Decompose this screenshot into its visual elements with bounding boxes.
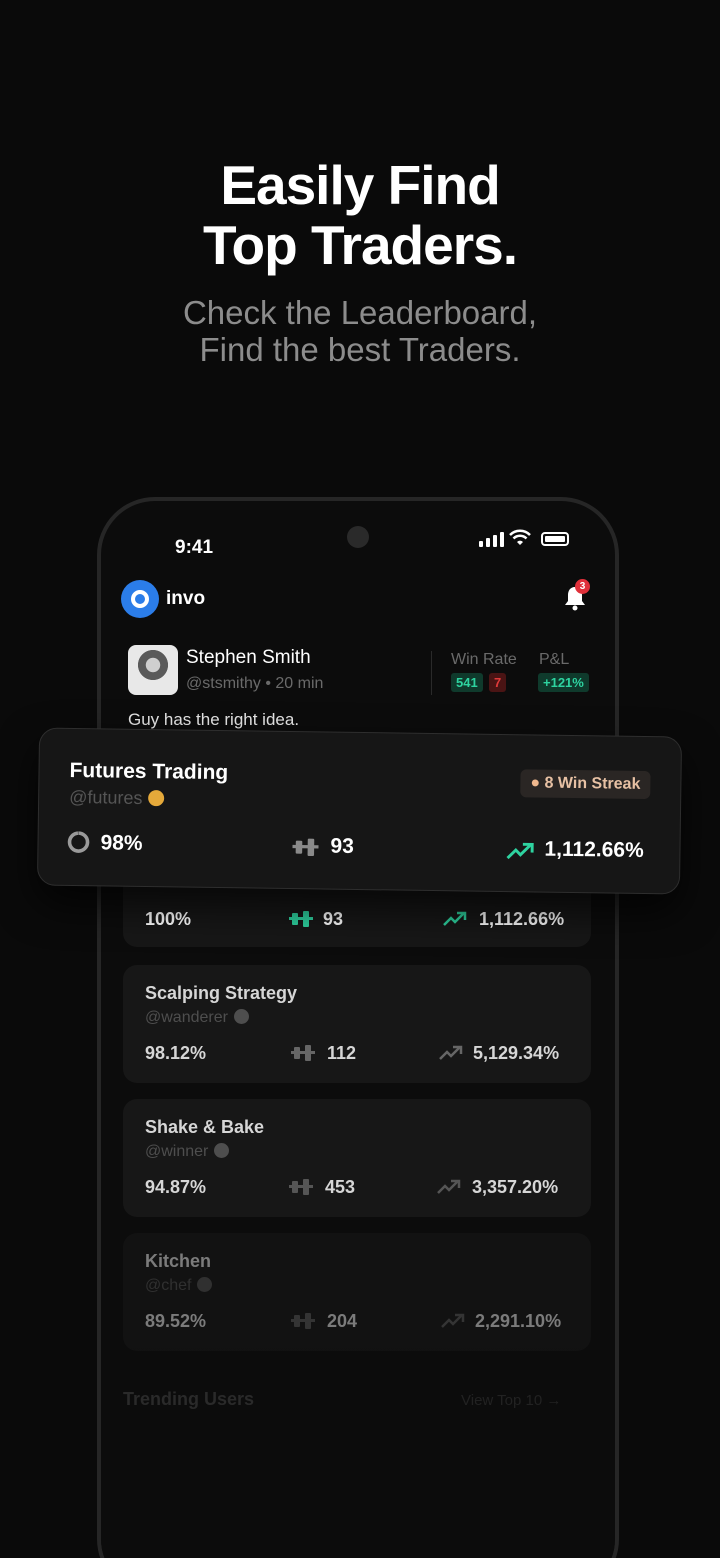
battery-icon: [541, 532, 569, 546]
phone-frame: 9:41 invo 3 Stephen Smith @stsmithy • 20…: [97, 497, 619, 1558]
divider: [431, 651, 432, 695]
handle-text: @wanderer: [145, 1009, 228, 1026]
return-value: 2,291.10%: [475, 1311, 562, 1331]
fire-icon: ●: [530, 774, 541, 792]
return-value: 5,129.34%: [473, 1043, 560, 1063]
win-rate-label: Win Rate: [451, 651, 517, 668]
featured-handle-text: @futures: [69, 786, 143, 808]
post-text: Guy has the right idea.: [128, 710, 300, 729]
trend-up-icon: [439, 1045, 463, 1060]
trades-value: 93: [323, 909, 344, 929]
progress-ring-icon: [67, 831, 90, 853]
strategy-title: Scalping Strategy: [145, 983, 298, 1003]
strategy-handle: @chef: [145, 1277, 213, 1295]
strategy-handle: @winner: [145, 1143, 230, 1161]
candlestick-icon: [292, 838, 319, 857]
signal-icon: [479, 531, 504, 547]
strategy-card[interactable]: Scalping Strategy @wanderer 98.12% 112 5…: [123, 965, 591, 1083]
hero-headline: Easily Find Top Traders.: [0, 155, 720, 275]
trend-up-icon: [441, 1313, 465, 1328]
avatar[interactable]: [128, 645, 178, 695]
featured-strategy-card[interactable]: Futures Trading @futures ● 8 Win Streak …: [36, 727, 683, 895]
strategy-handle: @wanderer: [145, 1009, 249, 1027]
return-value: 1,112.66%: [479, 909, 565, 929]
notification-badge: 3: [575, 579, 590, 594]
streak-text: 8 Win Streak: [544, 774, 641, 793]
win-rate-value: 94.87%: [145, 1177, 207, 1197]
candlestick-icon: [289, 911, 313, 927]
verified-icon: [233, 1009, 249, 1024]
handle-text: @winner: [145, 1143, 209, 1160]
return-value: 3,357.20%: [472, 1177, 559, 1197]
post-meta: @stsmithy • 20 min: [186, 675, 324, 692]
win-rate-value: 89.52%: [145, 1311, 207, 1331]
strategy-title: Kitchen: [145, 1251, 212, 1271]
featured-title: Futures Trading: [69, 758, 229, 785]
pl-pill: +121%: [538, 673, 589, 692]
featured-return: 1,112.66%: [544, 837, 644, 862]
hero-sub1: Check the Leaderboard,: [182, 294, 538, 331]
trades-value: 204: [327, 1311, 358, 1331]
trending-title: Trending Users: [123, 1389, 255, 1409]
strategy-card[interactable]: Shake & Bake @winner 94.87% 453 3,357.20…: [123, 1099, 591, 1217]
featured-win-rate: 98%: [100, 831, 143, 855]
losses-pill: 7: [489, 673, 507, 692]
post-author[interactable]: Stephen Smith: [186, 647, 311, 669]
candlestick-icon: [289, 1179, 313, 1195]
verified-icon: [197, 1277, 213, 1292]
pl-label: P&L: [539, 651, 570, 668]
win-rate-value: 98.12%: [145, 1043, 207, 1063]
candlestick-icon: [291, 1313, 315, 1329]
trades-value: 453: [325, 1177, 356, 1197]
verified-icon: [214, 1143, 230, 1158]
candlestick-icon: [291, 1045, 315, 1061]
handle-text: @chef: [145, 1277, 192, 1294]
trend-up-icon: [443, 911, 467, 926]
camera-notch: [347, 526, 369, 548]
featured-trades: 93: [330, 834, 355, 858]
win-streak-badge: ● 8 Win Streak: [520, 769, 651, 800]
view-top-link[interactable]: View Top 10 →: [461, 1392, 561, 1409]
verified-icon: [148, 790, 165, 807]
hero-subtitle: Check the Leaderboard, Find the best Tra…: [0, 294, 720, 368]
app-logo-icon: [121, 580, 159, 618]
win-rate-value: 100%: [145, 909, 192, 929]
app-name: invo: [166, 588, 206, 609]
trend-up-icon: [506, 842, 534, 860]
hero-line2: Top Traders.: [203, 214, 518, 276]
trades-value: 112: [327, 1043, 357, 1063]
featured-handle: @futures: [69, 787, 165, 809]
wins-pill: 541: [451, 673, 483, 692]
trend-up-icon: [437, 1179, 461, 1194]
status-time: 9:41: [175, 537, 214, 558]
strategy-title: Shake & Bake: [145, 1117, 265, 1137]
bottom-fade: [101, 1331, 615, 1558]
hero-line1: Easily Find: [220, 154, 500, 216]
wifi-icon: [509, 529, 531, 545]
hero-sub2: Find the best Traders.: [199, 331, 521, 368]
